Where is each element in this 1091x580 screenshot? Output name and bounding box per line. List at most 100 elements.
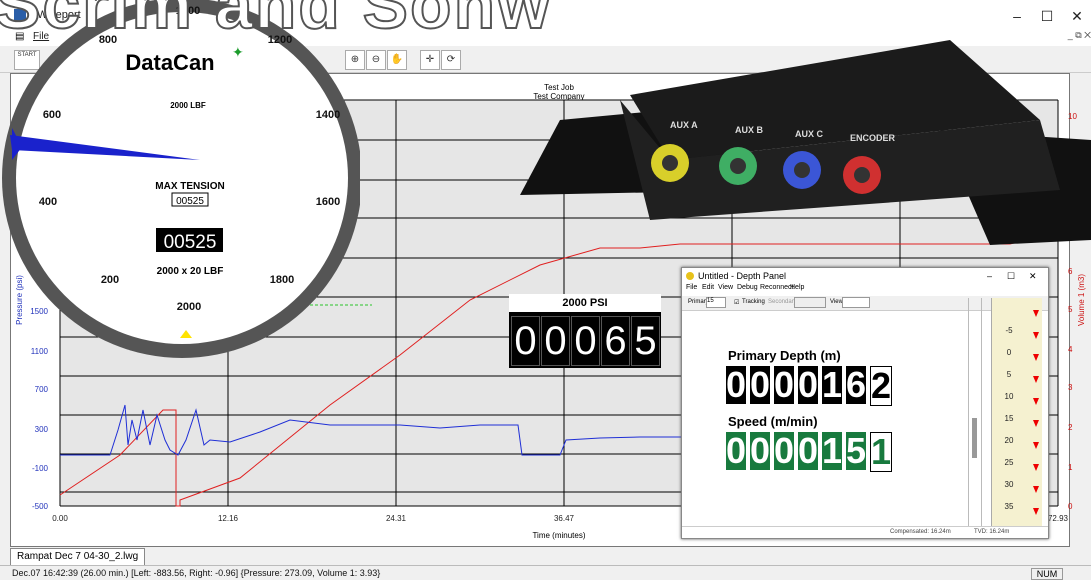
- x-tick: 24.31: [386, 514, 407, 523]
- dp-menu-view[interactable]: View: [718, 284, 733, 291]
- y-right-tick: 3: [1068, 383, 1073, 392]
- brand-logo: DataCan: [125, 50, 214, 75]
- red-marker-icon: [1033, 376, 1039, 383]
- y-right-tick: 6: [1068, 267, 1073, 276]
- port-label: ENCODER: [850, 133, 896, 143]
- y-left-tick: 300: [35, 425, 49, 434]
- max-tension-label: MAX TENSION: [155, 181, 224, 192]
- ruler-tick: -5: [1005, 326, 1013, 335]
- ruler-tick: 20: [1004, 436, 1014, 445]
- ruler-tick: 10: [1004, 392, 1014, 401]
- red-marker-icon: [1033, 398, 1039, 405]
- depth-panel-app-icon: [686, 272, 694, 280]
- red-marker-icon: [1033, 310, 1039, 317]
- speed-digit: 0: [798, 430, 819, 471]
- red-marker-icon: [1033, 464, 1039, 471]
- depth-digit: 0: [774, 364, 795, 405]
- psi-digit: 0: [511, 316, 540, 366]
- y-left-tick: -500: [32, 502, 49, 511]
- speed-digit: 0: [774, 430, 795, 471]
- status-bar: Dec.07 16:42:39 (26.00 min.) [Left: -883…: [0, 565, 1091, 580]
- primary-depth-display: 0 0 0 0 1 6 2: [726, 366, 921, 406]
- max-tension-value: 00525: [176, 196, 204, 207]
- depth-digit: 6: [846, 364, 867, 405]
- red-marker-icon: [1033, 420, 1039, 427]
- gauge-scale-label: 2000: [177, 301, 201, 313]
- depth-panel-close[interactable]: ✕: [1029, 268, 1037, 284]
- speed-digit: 0: [750, 430, 771, 471]
- speed-digit: 5: [846, 430, 867, 471]
- depth-panel-title: Untitled - Depth Panel: [698, 271, 787, 281]
- y-right-tick: 4: [1068, 345, 1073, 354]
- depth-panel-menu: File Edit View Debug Reconnect Help: [682, 284, 1048, 296]
- dp-menu-help[interactable]: Help: [790, 284, 804, 291]
- gauge-scale-label: 1400: [316, 109, 340, 121]
- y-right-label: Volume 1 (m3): [1077, 274, 1086, 326]
- red-marker-icon: [1033, 354, 1039, 361]
- depth-panel-minimize[interactable]: –: [987, 268, 992, 284]
- tension-gauge: 200 400 600 800 1000 1200 1400 1600 1800…: [2, 0, 360, 358]
- depth-ruler: -5 0 5 10 15 20 25 30 35: [991, 298, 1042, 526]
- dp-tracking-checkbox[interactable]: ☑: [734, 299, 739, 306]
- scrollbar-thumb[interactable]: [972, 418, 977, 458]
- gauge-scale-label: 600: [43, 109, 61, 121]
- psi-digit: 6: [601, 316, 630, 366]
- depth-panel-maximize[interactable]: ☐: [1007, 268, 1015, 284]
- dp-view-input[interactable]: [842, 297, 870, 308]
- y-left-tick: -100: [32, 464, 49, 473]
- ruler-tick: 25: [1004, 458, 1014, 467]
- primary-depth-label: Primary Depth (m): [728, 348, 841, 363]
- dp-secondary-input[interactable]: [794, 297, 826, 308]
- depth-digit: 0: [750, 364, 771, 405]
- speed-digit: 1: [822, 430, 843, 471]
- depth-digit: 0: [798, 364, 819, 405]
- psi-label: 2000 PSI: [509, 294, 661, 312]
- dp-menu-edit[interactable]: Edit: [702, 284, 714, 291]
- port-socket: [794, 162, 810, 178]
- x-tick: 0.00: [52, 514, 68, 523]
- speed-display: 0 0 0 0 1 5 1: [726, 432, 921, 472]
- x-tick: 12.16: [218, 514, 239, 523]
- speed-label: Speed (m/min): [728, 414, 818, 429]
- depth-digit: 0: [726, 364, 747, 405]
- gauge-scale-label: 1600: [316, 196, 340, 208]
- depth-panel-footer: Compensated: 16.24m TVD: 16.24m: [682, 526, 1048, 538]
- document-tab[interactable]: Rampat Dec 7 04-30_2.lwg: [10, 548, 146, 566]
- status-line: Dec.07 16:42:39 (26.00 min.) [Left: -883…: [12, 568, 381, 578]
- psi-digit: 0: [541, 316, 570, 366]
- y-right-tick: 0: [1068, 502, 1073, 511]
- tvd-readout: TVD: 16.24m: [974, 529, 1010, 535]
- red-marker-icon: [1033, 442, 1039, 449]
- speed-digit: 1: [870, 431, 892, 472]
- port-label: AUX C: [795, 129, 824, 139]
- depth-digit: 2: [870, 365, 892, 406]
- num-lock-indicator: NUM: [1031, 568, 1063, 580]
- speed-digit: 0: [726, 430, 747, 471]
- depth-panel-titlebar: Untitled - Depth Panel – ☐ ✕: [682, 268, 1048, 284]
- port-socket: [662, 155, 678, 171]
- maple-leaf-icon: ✦: [232, 44, 244, 60]
- current-tension-value: 00525: [164, 232, 217, 253]
- encoder-device: AUX A AUX B AUX C ENCODER: [520, 40, 1091, 245]
- port-label: AUX A: [670, 120, 698, 130]
- headline-text: Scrim and Sonw: [0, 0, 552, 44]
- depth-digit: 1: [822, 364, 843, 405]
- port-socket: [854, 167, 870, 183]
- dp-tracking-label: Tracking: [742, 299, 765, 305]
- dp-view-label: View: [830, 299, 843, 305]
- y-left-tick: 700: [35, 385, 49, 394]
- y-right-tick: 2: [1068, 423, 1073, 432]
- dp-primary-input[interactable]: 15: [706, 297, 726, 308]
- ruler-tick: 0: [1006, 348, 1012, 357]
- dp-menu-file[interactable]: File: [686, 284, 697, 291]
- ruler-tick: 30: [1004, 480, 1014, 489]
- depth-panel-scrollbar[interactable]: [968, 298, 982, 526]
- ruler-tick: 5: [1006, 370, 1012, 379]
- dp-menu-debug[interactable]: Debug: [737, 284, 758, 291]
- gauge-range-label: 2000 LBF: [170, 101, 206, 110]
- x-tick: 72.93: [1048, 514, 1069, 523]
- dp-menu-reconnect[interactable]: Reconnect: [760, 284, 793, 291]
- ruler-tick: 15: [1004, 414, 1014, 423]
- y-right-tick: 5: [1068, 305, 1073, 314]
- gauge-scale-note: 2000 x 20 LBF: [157, 266, 224, 277]
